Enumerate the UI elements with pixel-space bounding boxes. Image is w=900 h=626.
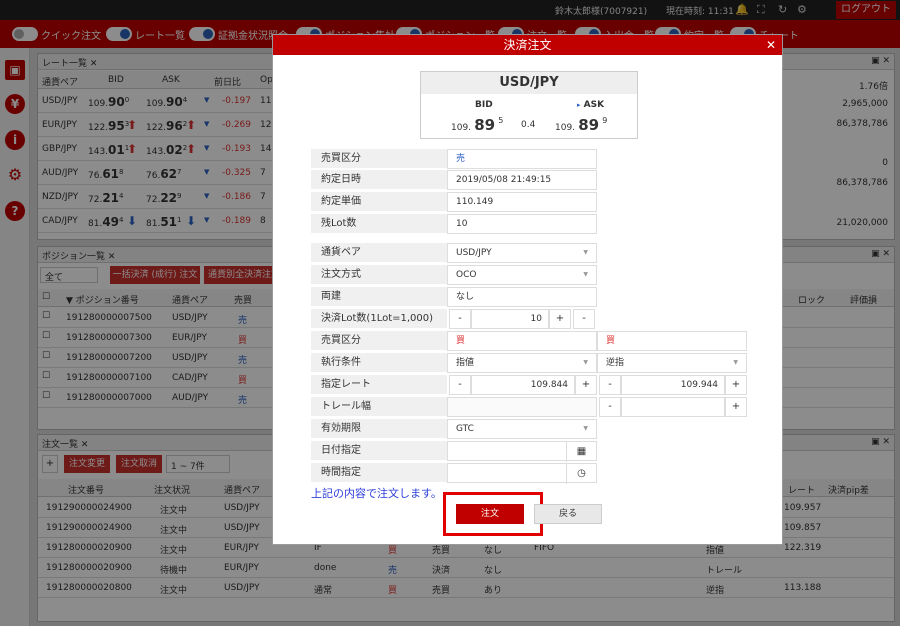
currency-pair: USD/JPY [421,72,637,94]
price-small: 109. [451,123,472,133]
lot-minus-button[interactable]: - [449,309,471,329]
bid-price[interactable]: 109. 89 5 [451,116,503,134]
order-method-select[interactable]: OCO [447,265,597,285]
trail-left-empty [447,397,597,417]
field-value: 売 [447,149,597,169]
field-label: 両建 [311,287,447,307]
triangle-icon: ▸ [577,101,581,109]
trail-minus-button[interactable]: - [599,397,621,417]
both-value: なし [447,287,597,307]
trail-input[interactable] [621,397,725,417]
trail-plus-button[interactable]: + [725,397,747,417]
side-right-value: 買 [597,331,747,351]
rate-right-plus-button[interactable]: + [725,375,747,395]
rate-left-minus-button[interactable]: - [449,375,471,395]
field-label: 売買区分 [311,331,447,351]
field-label: 売買区分 [311,149,447,169]
confirm-notice: 上記の内容で注文します。 [311,487,442,500]
dialog-header: 決済注文 ✕ [273,35,782,55]
submit-order-button[interactable]: 注文 [456,504,524,524]
spread: 0.4 [521,120,536,130]
lot-clear-button[interactable]: - [573,309,595,329]
rate-box: USD/JPY BID ▸ ASK 109. 89 5 0.4 109. 89 … [420,71,638,139]
field-label: 通貨ペア [311,243,447,263]
currency-select[interactable]: USD/JPY [447,243,597,263]
lot-input[interactable]: 10 [471,309,549,329]
rate-right-minus-button[interactable]: - [599,375,621,395]
lot-plus-button[interactable]: + [549,309,571,329]
field-label: 決済Lot数(1Lot=1,000) [311,309,447,329]
ask-price[interactable]: 109. 89 9 [555,116,607,134]
field-label: 日付指定 [311,441,447,461]
field-label: 執行条件 [311,353,447,373]
rate-left-plus-button[interactable]: + [575,375,597,395]
field-label: 時間指定 [311,463,447,483]
close-icon[interactable]: ✕ [766,35,776,55]
time-input[interactable]: ◷ [447,463,597,484]
field-value: 110.149 [447,192,597,212]
field-value: 2019/05/08 21:49:15 [447,170,597,190]
condition-left-select[interactable]: 指値 [447,353,597,373]
settlement-order-dialog: 決済注文 ✕ USD/JPY BID ▸ ASK 109. 89 5 0.4 10… [272,34,783,545]
expiry-select[interactable]: GTC [447,419,597,439]
price-big: 89 [474,116,496,134]
field-label: 約定単価 [311,192,447,212]
dialog-title: 決済注文 [503,38,552,52]
price-big: 89 [578,116,600,134]
price-small: 109. [555,123,576,133]
field-label: トレール幅 [311,397,447,417]
field-label: 残Lot数 [311,214,447,234]
bid-label: BID [475,100,493,110]
back-button[interactable]: 戻る [534,504,602,524]
condition-right-select[interactable]: 逆指 [597,353,747,373]
ask-label: ▸ ASK [577,100,604,110]
side-left-value: 買 [447,331,597,351]
price-pip: 5 [498,116,504,125]
field-label: 有効期限 [311,419,447,439]
price-pip: 9 [602,116,608,125]
field-label: 注文方式 [311,265,447,285]
rate-right-input[interactable]: 109.944 [621,375,725,395]
field-label: 指定レート [311,375,447,395]
calendar-icon[interactable]: ▦ [566,442,596,462]
ask-label-text: ASK [583,100,605,110]
date-input[interactable]: ▦ [447,441,597,462]
rate-left-input[interactable]: 109.844 [471,375,575,395]
clock-icon[interactable]: ◷ [566,464,596,484]
field-value: 10 [447,214,597,234]
field-label: 約定日時 [311,170,447,190]
